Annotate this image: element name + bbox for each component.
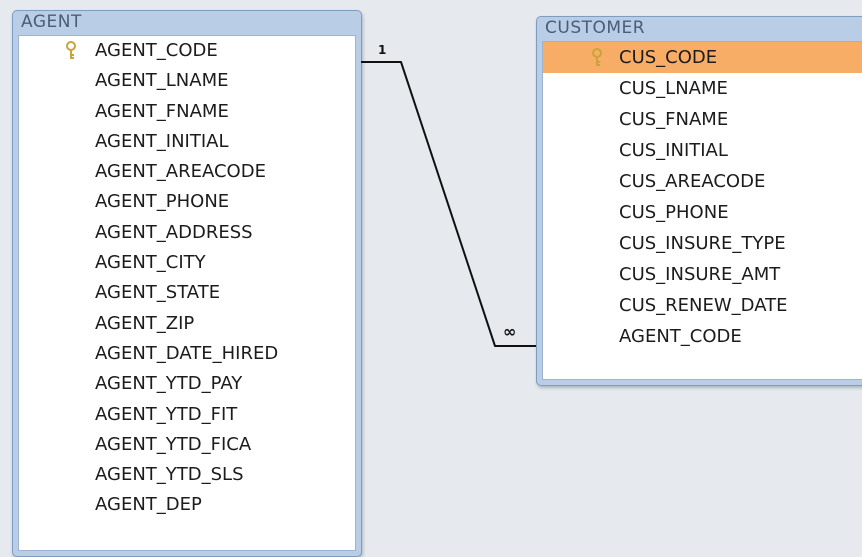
relationship-line-layer <box>361 61 536 347</box>
relationship-one-label: 1 <box>378 43 387 57</box>
relationship-many-label: ∞ <box>503 322 517 341</box>
relationship-line[interactable] <box>361 61 536 347</box>
